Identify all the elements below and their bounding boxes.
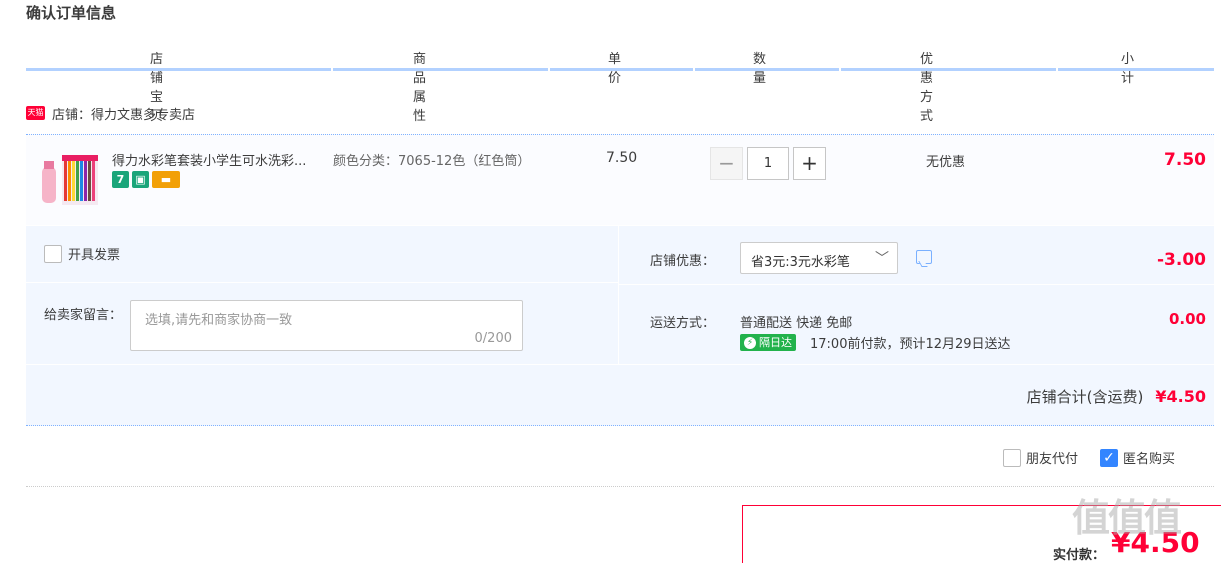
next-day-badge: ⚡ 隔日达	[740, 334, 796, 351]
quantity-stepper: − 1 +	[710, 147, 826, 180]
anonymous-option[interactable]: ✓ 匿名购买	[1100, 448, 1175, 467]
divider	[26, 364, 1214, 365]
seven-day-return-icon[interactable]: 7	[112, 171, 129, 188]
order-extras: 开具发票 给卖家留言： 选填,请先和商家协商一致 0/200 店铺优惠： 省3元…	[26, 226, 1214, 426]
service-badges: 7 ▣ ▬	[112, 171, 180, 188]
invoice-option[interactable]: 开具发票	[44, 244, 120, 263]
shop-total: 店铺合计(含运费) ¥4.50	[1027, 386, 1206, 407]
shipping-method: 普通配送 快递 免邮	[740, 316, 853, 331]
qty-decrease-button[interactable]: −	[710, 147, 743, 180]
col-discount: 优惠方式	[920, 52, 934, 124]
friend-pay-option[interactable]: 朋友代付	[1003, 448, 1078, 467]
header-bar	[333, 68, 548, 71]
shop-discount-select[interactable]: 省3元:3元水彩笔 ﹀	[740, 242, 898, 274]
shop-discount-label: 店铺优惠：	[650, 254, 716, 269]
shipping-label: 运送方式：	[650, 316, 716, 331]
tmall-icon: 天猫	[26, 106, 45, 120]
chevron-down-icon: ﹀	[875, 251, 889, 267]
header-bar	[1058, 68, 1214, 71]
message-placeholder: 选填,请先和商家协商一致	[145, 313, 293, 328]
friend-pay-checkbox[interactable]	[1003, 448, 1021, 467]
col-attribute: 商品属性	[413, 52, 427, 124]
pay-label: 实付款：	[1053, 548, 1106, 563]
payment-options: 朋友代付 ✓ 匿名购买	[1003, 448, 1175, 467]
lightning-icon: ⚡	[744, 336, 756, 349]
anonymous-checkbox[interactable]: ✓	[1100, 448, 1119, 467]
page-title: 确认订单信息	[26, 4, 117, 22]
order-item-row: 得力水彩笔套装小学生可水洗彩... 7 ▣ ▬ 颜色分类：7065-12色（红色…	[26, 134, 1214, 225]
qty-input[interactable]: 1	[747, 147, 789, 180]
message-char-count: 0/200	[474, 331, 512, 346]
shipping-amount: 0.00	[1168, 310, 1206, 328]
shop-total-amount: ¥4.50	[1155, 387, 1206, 406]
product-thumbnail[interactable]	[40, 149, 100, 207]
product-title-link[interactable]: 得力水彩笔套装小学生可水洗彩...	[112, 150, 332, 169]
product-attribute: 颜色分类：7065-12色（红色筒）	[333, 154, 531, 169]
unit-price: 7.50	[606, 150, 638, 166]
guarantee-icon[interactable]: ▣	[132, 171, 149, 188]
item-subtotal: 7.50	[1164, 150, 1206, 170]
header-bar	[841, 68, 1056, 71]
col-subtotal: 小计	[1121, 52, 1135, 86]
chat-icon[interactable]	[916, 250, 932, 264]
divider	[619, 284, 1214, 285]
qty-increase-button[interactable]: +	[793, 147, 826, 180]
credit-card-icon[interactable]: ▬	[152, 171, 180, 188]
divider	[26, 486, 1214, 487]
col-unit-price: 单价	[608, 52, 622, 86]
invoice-checkbox[interactable]	[44, 244, 62, 263]
shop-line: 天猫 店铺：得力文惠多专卖店	[26, 104, 195, 123]
shop-name-link[interactable]: 店铺：得力文惠多专卖店	[52, 104, 195, 123]
divider	[618, 226, 619, 364]
header-bar	[695, 68, 839, 71]
seller-message-textarea[interactable]: 选填,请先和商家协商一致 0/200	[130, 300, 523, 351]
friend-pay-label: 朋友代付	[1026, 452, 1079, 467]
divider	[26, 282, 618, 283]
shop-total-label: 店铺合计(含运费)	[1026, 388, 1144, 406]
invoice-label: 开具发票	[68, 248, 121, 263]
shop-discount-amount: -3.00	[1157, 250, 1206, 270]
next-day-label: 隔日达	[759, 336, 792, 349]
anonymous-label: 匿名购买	[1123, 452, 1176, 467]
col-quantity: 数量	[753, 52, 767, 86]
shop-discount-value: 省3元:3元水彩笔	[751, 255, 850, 270]
watermark-logo: 值值值	[1072, 496, 1182, 540]
message-label: 给卖家留言：	[44, 308, 123, 323]
header-bar	[26, 68, 331, 71]
item-discount: 无优惠	[926, 155, 966, 170]
shipping-eta: 17:00前付款，预计12月29日送达	[810, 337, 1011, 352]
header-bar	[550, 68, 693, 71]
